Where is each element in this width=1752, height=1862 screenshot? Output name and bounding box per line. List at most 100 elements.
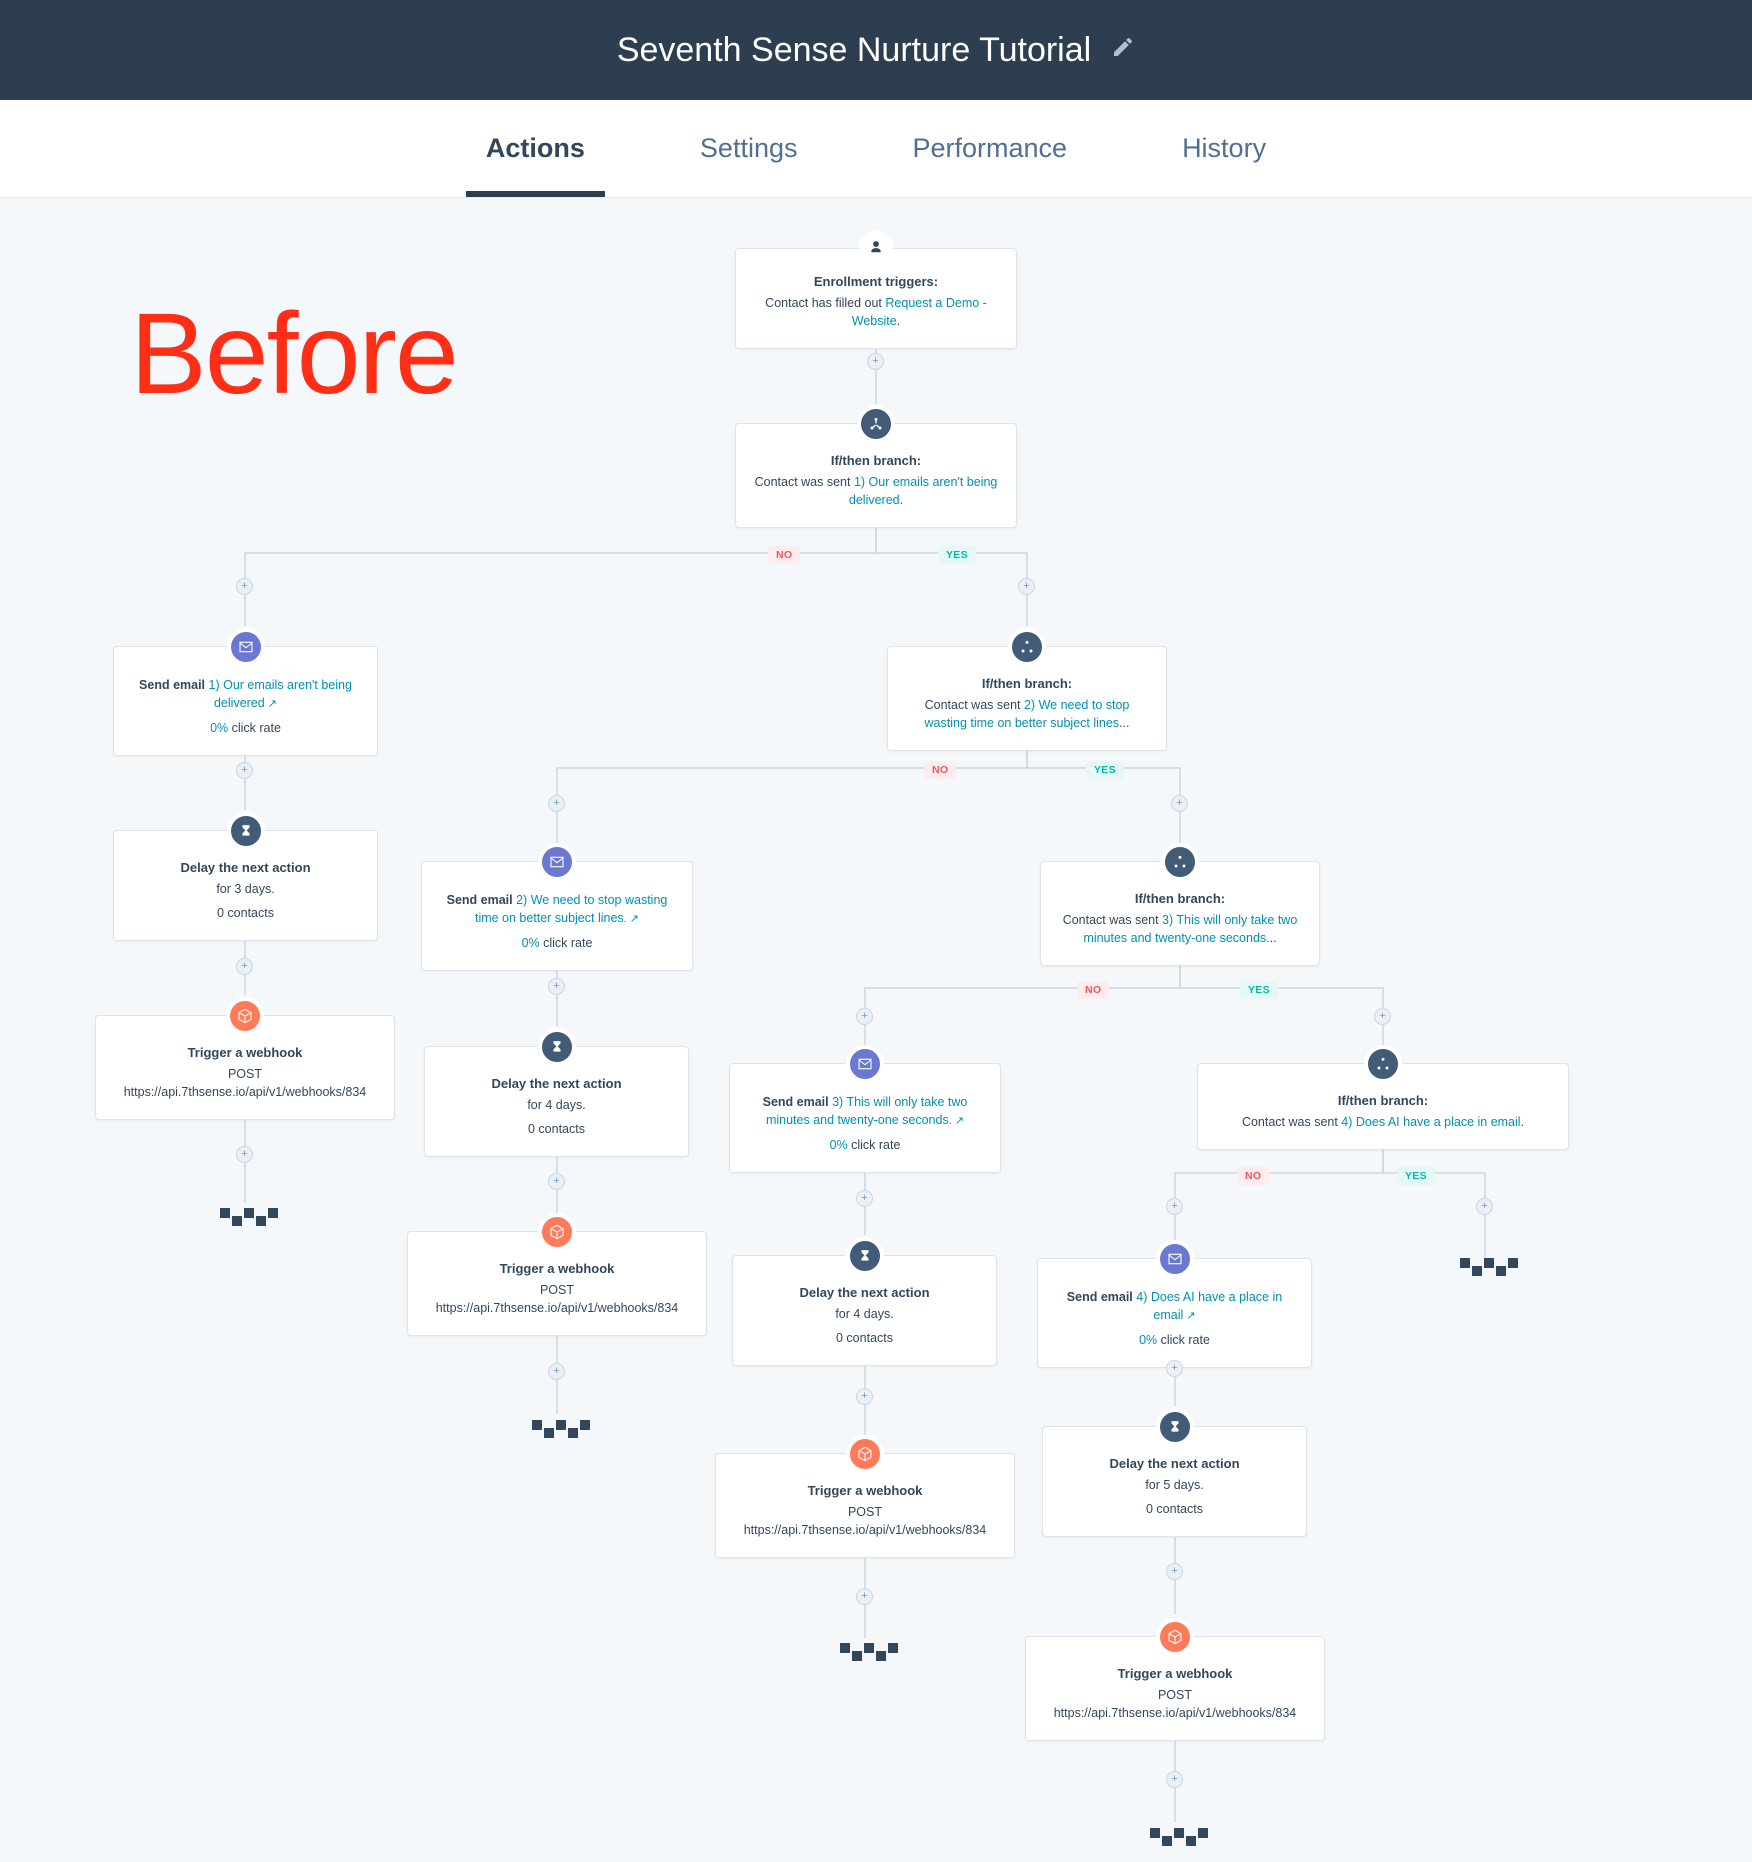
delay-card[interactable]: Delay the next action for 5 days. 0 cont… [1042,1426,1307,1537]
webhook-card[interactable]: Trigger a webhook POST https://api.7thse… [407,1231,707,1336]
webhook-url: https://api.7thsense.io/api/v1/webhooks/… [426,1299,688,1317]
tab-actions[interactable]: Actions [486,100,585,197]
branch-no-badge: NO [768,546,800,564]
email-link[interactable]: 4) Does AI have a place in email [1341,1115,1520,1129]
ifthen-branch-card[interactable]: If/then branch: Contact was sent 2) We n… [887,646,1167,751]
add-action-button[interactable]: + [867,353,884,370]
contact-count: 0 contacts [132,904,359,922]
add-action-button[interactable]: + [1018,578,1035,595]
workflow-canvas[interactable]: Before Enrollment triggers: Contact has … [0,198,1752,1862]
tab-bar: Actions Settings Performance History [0,100,1752,198]
send-email-card[interactable]: Send email 4) Does AI have a place in em… [1037,1258,1312,1368]
add-action-button[interactable]: + [1166,1771,1183,1788]
branch-yes-badge: YES [1240,981,1278,999]
card-text: Send email 2) We need to stop wasting ti… [440,891,674,928]
add-action-button[interactable]: + [1374,1008,1391,1025]
end-marker [220,1208,280,1218]
delay-card[interactable]: Delay the next action for 4 days. 0 cont… [424,1046,689,1157]
delay-duration: for 4 days. [443,1096,670,1114]
enrollment-trigger-card[interactable]: Enrollment triggers: Contact has filled … [735,248,1017,349]
click-rate: 0% click rate [440,934,674,952]
app-header: Seventh Sense Nurture Tutorial [0,0,1752,100]
hourglass-icon [538,1028,576,1066]
delay-card[interactable]: Delay the next action for 4 days. 0 cont… [732,1255,997,1366]
add-action-button[interactable]: + [856,1190,873,1207]
webhook-method: POST [114,1065,376,1083]
add-action-button[interactable]: + [1166,1360,1183,1377]
card-text: Contact was sent 1) Our emails aren't be… [754,473,998,509]
branch-icon [1161,843,1199,881]
delay-duration: for 5 days. [1061,1476,1288,1494]
hourglass-icon [846,1237,884,1275]
webhook-method: POST [426,1281,688,1299]
add-action-button[interactable]: + [236,578,253,595]
branch-icon [1364,1045,1402,1083]
before-overlay-label: Before [130,288,457,420]
send-email-card[interactable]: Send email 3) This will only take two mi… [729,1063,1001,1173]
add-action-button[interactable]: + [1166,1563,1183,1580]
add-action-button[interactable]: + [236,958,253,975]
cube-icon [1156,1618,1194,1656]
add-action-button[interactable]: + [548,1173,565,1190]
hourglass-icon [1156,1408,1194,1446]
card-text: Contact was sent 4) Does AI have a place… [1216,1113,1550,1131]
contact-count: 0 contacts [1061,1500,1288,1518]
branch-yes-badge: YES [1086,761,1124,779]
tab-performance[interactable]: Performance [912,100,1067,197]
ifthen-branch-card[interactable]: If/then branch: Contact was sent 1) Our … [735,423,1017,528]
add-action-button[interactable]: + [1171,795,1188,812]
add-action-button[interactable]: + [856,1008,873,1025]
contact-count: 0 contacts [443,1120,670,1138]
tab-history[interactable]: History [1182,100,1266,197]
branch-no-badge: NO [1077,981,1109,999]
branch-yes-badge: YES [938,546,976,564]
email-link[interactable]: 1) Our emails aren't being delivered [849,475,998,507]
webhook-card[interactable]: Trigger a webhook POST https://api.7thse… [1025,1636,1325,1741]
ifthen-branch-card[interactable]: If/then branch: Contact was sent 4) Does… [1197,1063,1569,1150]
ifthen-branch-card[interactable]: If/then branch: Contact was sent 3) This… [1040,861,1320,966]
add-action-button[interactable]: + [856,1588,873,1605]
contact-count: 0 contacts [751,1329,978,1347]
click-rate: 0% click rate [1056,1331,1293,1349]
email-icon [538,843,576,881]
hourglass-icon [227,812,265,850]
add-action-button[interactable]: + [236,762,253,779]
card-text: Contact was sent 2) We need to stop wast… [906,696,1148,732]
email-link[interactable]: 1) Our emails aren't being delivered [209,678,352,710]
card-text: Contact has filled out Request a Demo - … [754,294,998,330]
delay-card[interactable]: Delay the next action for 3 days. 0 cont… [113,830,378,941]
branch-yes-badge: YES [1397,1167,1435,1185]
click-rate: 0% click rate [748,1136,982,1154]
send-email-card[interactable]: Send email 1) Our emails aren't being de… [113,646,378,756]
webhook-card[interactable]: Trigger a webhook POST https://api.7thse… [715,1453,1015,1558]
send-email-card[interactable]: Send email 2) We need to stop wasting ti… [421,861,693,971]
card-title: Trigger a webhook [734,1483,996,1498]
webhook-url: https://api.7thsense.io/api/v1/webhooks/… [1044,1704,1306,1722]
webhook-method: POST [1044,1686,1306,1704]
add-action-button[interactable]: + [1476,1198,1493,1215]
email-icon [1156,1240,1194,1278]
add-action-button[interactable]: + [236,1146,253,1163]
card-title: Trigger a webhook [114,1045,376,1060]
card-title: Delay the next action [1061,1456,1288,1471]
add-action-button[interactable]: + [548,978,565,995]
add-action-button[interactable]: + [1166,1198,1183,1215]
branch-icon [1008,628,1046,666]
edit-icon[interactable] [1111,35,1135,66]
branch-no-badge: NO [1237,1167,1269,1185]
webhook-url: https://api.7thsense.io/api/v1/webhooks/… [114,1083,376,1101]
tab-settings[interactable]: Settings [700,100,798,197]
add-action-button[interactable]: + [856,1388,873,1405]
card-title: Trigger a webhook [1044,1666,1306,1681]
add-action-button[interactable]: + [548,795,565,812]
email-link[interactable]: 4) Does AI have a place in email [1136,1290,1282,1322]
card-title: Delay the next action [443,1076,670,1091]
end-marker [840,1643,900,1653]
cube-icon [538,1213,576,1251]
branch-icon [857,405,895,443]
webhook-card[interactable]: Trigger a webhook POST https://api.7thse… [95,1015,395,1120]
user-icon [859,230,893,264]
card-text: Send email 1) Our emails aren't being de… [132,676,359,713]
add-action-button[interactable]: + [548,1363,565,1380]
card-title: Enrollment triggers: [754,274,998,289]
